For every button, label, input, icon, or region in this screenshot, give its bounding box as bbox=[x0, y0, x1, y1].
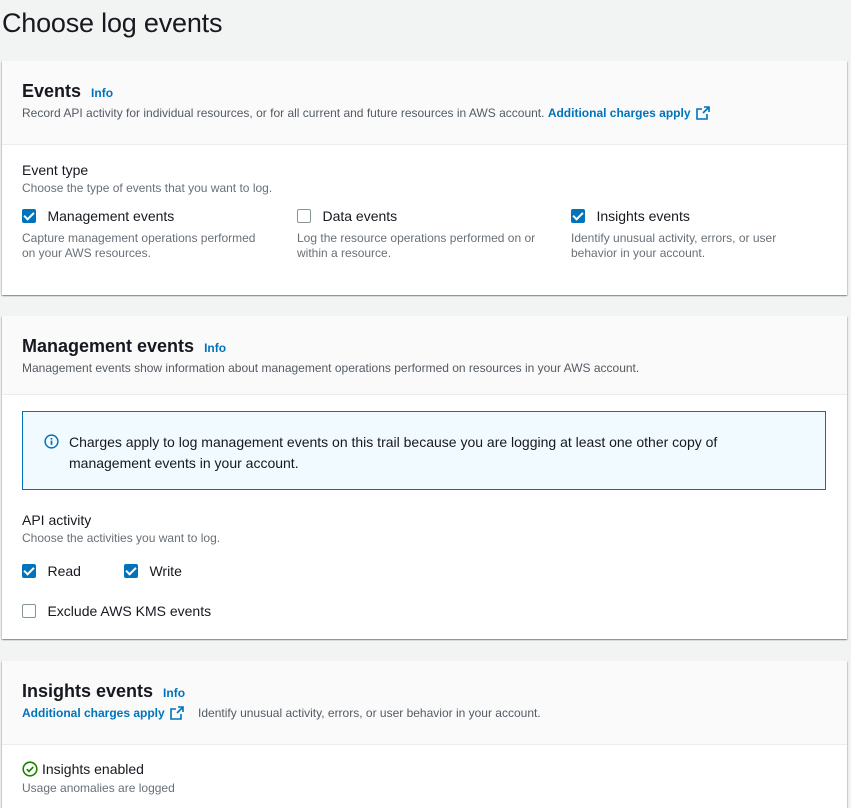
events-panel: Events Info Record API activity for indi… bbox=[2, 61, 847, 295]
management-events-label[interactable]: Management events bbox=[47, 208, 174, 224]
management-events-description: Capture management operations performed … bbox=[22, 231, 256, 260]
management-panel-title: Management events bbox=[22, 336, 195, 356]
api-activity-description: Choose the activities you want to log. bbox=[22, 531, 221, 545]
external-link-icon[interactable] bbox=[695, 106, 710, 120]
event-type-label: Event type bbox=[22, 162, 89, 178]
insights-status: Insights enabled bbox=[22, 761, 144, 777]
write-checkbox[interactable] bbox=[124, 563, 138, 578]
insights-events-description: Identify unusual activity, errors, or us… bbox=[571, 231, 777, 260]
management-events-option[interactable]: Management events bbox=[22, 207, 174, 225]
page-title: Choose log events bbox=[2, 8, 223, 38]
events-info-link[interactable]: Info bbox=[91, 86, 113, 100]
insights-panel-title: Insights events bbox=[22, 681, 154, 701]
data-events-label[interactable]: Data events bbox=[322, 208, 397, 224]
write-label[interactable]: Write bbox=[149, 563, 181, 579]
management-panel-header: Management events Info Management events… bbox=[2, 316, 847, 395]
exclude-kms-checkbox[interactable] bbox=[22, 603, 36, 618]
insights-events-option[interactable]: Insights events bbox=[571, 207, 690, 225]
management-events-checkbox[interactable] bbox=[22, 208, 36, 223]
read-label[interactable]: Read bbox=[47, 563, 80, 579]
external-link-icon[interactable] bbox=[169, 706, 184, 720]
insights-status-description: Usage anomalies are logged bbox=[22, 781, 175, 795]
write-option[interactable]: Write bbox=[124, 562, 182, 580]
management-info-link[interactable]: Info bbox=[204, 341, 226, 355]
read-option[interactable]: Read bbox=[22, 562, 81, 580]
events-panel-description: Record API activity for individual resou… bbox=[22, 106, 710, 121]
exclude-kms-option[interactable]: Exclude AWS KMS events bbox=[22, 602, 211, 620]
events-panel-title: Events bbox=[22, 81, 82, 101]
insights-events-label[interactable]: Insights events bbox=[596, 208, 689, 224]
data-events-checkbox[interactable] bbox=[297, 208, 311, 223]
data-events-option[interactable]: Data events bbox=[297, 207, 397, 225]
insights-charges-link[interactable]: Additional charges apply bbox=[22, 706, 165, 720]
api-activity-label: API activity bbox=[22, 512, 92, 528]
insights-status-label: Insights enabled bbox=[42, 761, 144, 777]
data-events-description: Log the resource operations performed on… bbox=[297, 231, 536, 260]
insights-events-panel: Insights events Info Additional charges … bbox=[2, 661, 847, 808]
charges-alert: Charges apply to log management events o… bbox=[22, 411, 826, 490]
exclude-kms-label[interactable]: Exclude AWS KMS events bbox=[47, 603, 211, 619]
check-circle-icon bbox=[22, 761, 38, 777]
insights-info-link[interactable]: Info bbox=[163, 686, 185, 700]
insights-panel-header: Insights events Info Additional charges … bbox=[2, 661, 847, 745]
events-panel-header: Events Info Record API activity for indi… bbox=[2, 61, 847, 145]
event-type-description: Choose the type of events that you want … bbox=[22, 181, 273, 195]
read-checkbox[interactable] bbox=[22, 563, 36, 578]
management-events-panel: Management events Info Management events… bbox=[2, 316, 847, 639]
insights-events-checkbox[interactable] bbox=[571, 208, 585, 223]
charges-alert-text: Charges apply to log management events o… bbox=[69, 434, 718, 471]
events-charges-link[interactable]: Additional charges apply bbox=[548, 106, 691, 120]
management-panel-description: Management events show information about… bbox=[22, 361, 640, 375]
info-circle-icon bbox=[44, 434, 59, 449]
insights-panel-description: Additional charges apply Identify unusua… bbox=[22, 706, 541, 720]
